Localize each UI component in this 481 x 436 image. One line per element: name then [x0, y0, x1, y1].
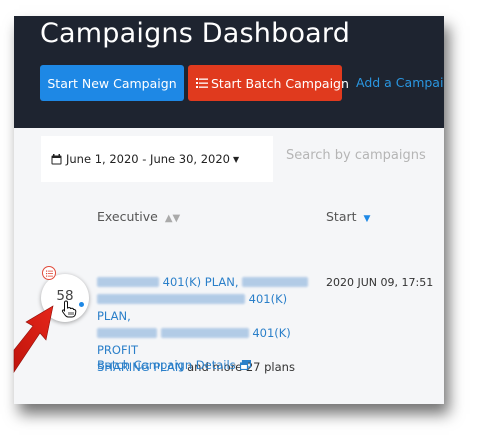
red-arrow-annotation: [13, 305, 54, 373]
